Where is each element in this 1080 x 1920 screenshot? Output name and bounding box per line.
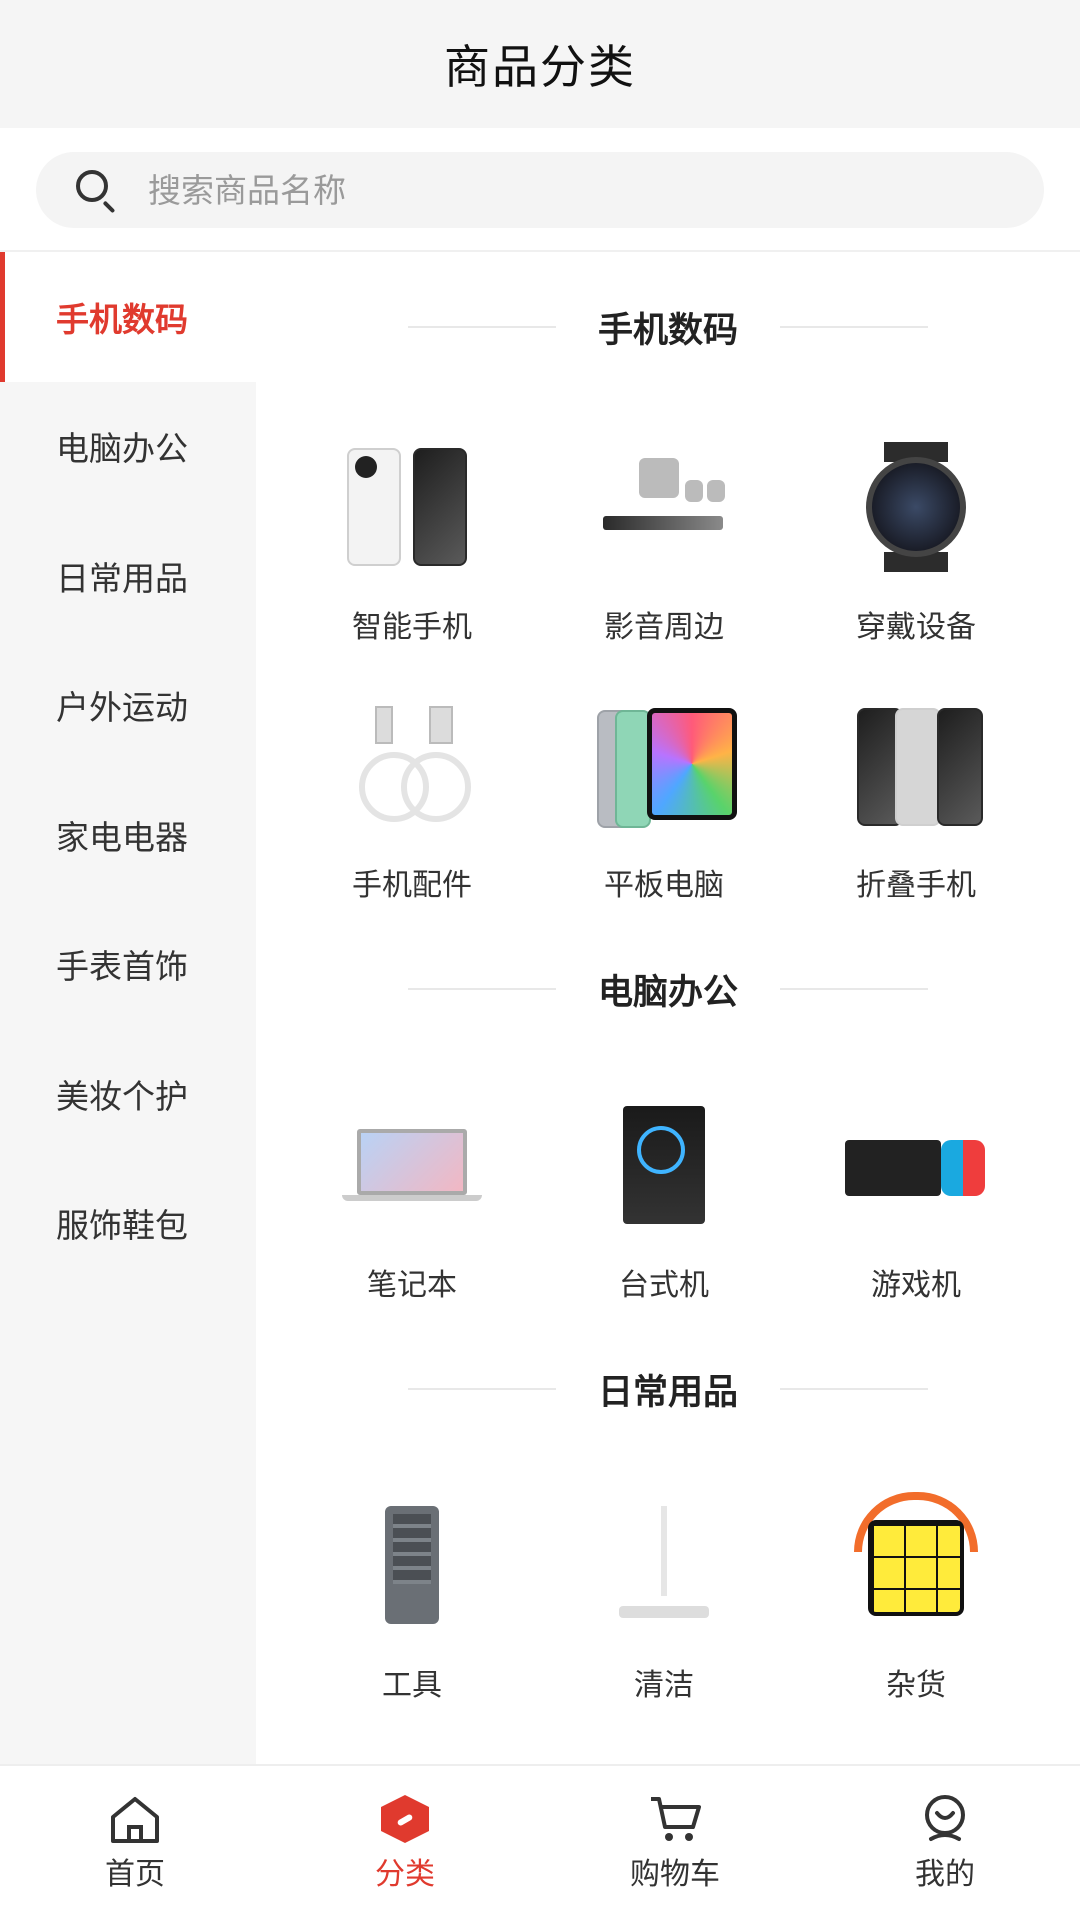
profile-icon: [925, 1795, 965, 1841]
section-title: 日常用品: [597, 1372, 738, 1413]
rubiks-cube-icon: [841, 1492, 991, 1630]
category-icon: [381, 1795, 429, 1843]
speaker-icon: [589, 442, 739, 572]
category-item-label: 折叠手机: [856, 868, 976, 903]
divider: [407, 1388, 556, 1390]
category-item-label: 杂货: [886, 1668, 946, 1703]
tab-profile[interactable]: 我的: [810, 1766, 1080, 1920]
search-input[interactable]: [148, 170, 948, 210]
sidebar-item-label: 美妆个护: [56, 1076, 188, 1116]
category-item-label: 台式机: [619, 1268, 709, 1303]
category-item-desktop[interactable]: 台式机: [538, 1060, 790, 1318]
category-item-label: 工具: [382, 1668, 442, 1703]
category-content: 手机数码 智能手机 影音周边 穿戴设备 手机配件 平板电脑 折叠手机 电脑办公 …: [256, 252, 1080, 1764]
smartwatch-icon: [841, 442, 991, 572]
section-header: 手机数码: [256, 252, 1080, 402]
section-title: 手机数码: [597, 310, 738, 351]
category-item-audio[interactable]: 影音周边: [538, 402, 790, 660]
category-item-tools[interactable]: 工具: [286, 1460, 538, 1718]
category-item-label: 智能手机: [352, 610, 472, 645]
tab-label: 首页: [105, 1857, 165, 1892]
sidebar-item-label: 手机数码: [56, 299, 188, 339]
category-item-label: 笔记本: [367, 1268, 457, 1303]
category-sidebar: 手机数码 电脑办公 日常用品 户外运动 家电电器 手表首饰 美妆个护 服饰鞋包: [0, 252, 256, 1764]
header: 商品分类: [0, 0, 1080, 128]
sidebar-item-outdoor[interactable]: 户外运动: [0, 641, 256, 771]
category-item-label: 平板电脑: [604, 868, 724, 903]
category-item-label: 清洁: [634, 1668, 694, 1703]
sidebar-item-computers[interactable]: 电脑办公: [0, 382, 256, 512]
sidebar-item-appliances[interactable]: 家电电器: [0, 770, 256, 900]
tab-label: 购物车: [630, 1857, 720, 1892]
category-item-tablets[interactable]: 平板电脑: [538, 660, 790, 918]
search-icon: [72, 166, 120, 214]
category-item-cleaning[interactable]: 清洁: [538, 1460, 790, 1718]
category-item-label: 手机配件: [352, 868, 472, 903]
section-phones: 手机数码 智能手机 影音周边 穿戴设备 手机配件 平板电脑 折叠手机: [256, 252, 1080, 918]
tab-cart[interactable]: 购物车: [540, 1766, 810, 1920]
category-item-misc[interactable]: 杂货: [790, 1460, 1042, 1718]
tablet-icon: [589, 700, 739, 830]
game-console-icon: [841, 1100, 991, 1230]
home-icon: [111, 1797, 159, 1843]
tab-category[interactable]: 分类: [270, 1766, 540, 1920]
divider: [407, 988, 556, 990]
usb-cable-icon: [337, 700, 487, 830]
tab-label: 分类: [375, 1857, 435, 1892]
category-item-label: 游戏机: [871, 1268, 961, 1303]
divider: [407, 326, 556, 328]
category-item-laptop[interactable]: 笔记本: [286, 1060, 538, 1318]
section-daily: 日常用品 工具 清洁 杂货: [256, 1318, 1080, 1718]
smartphone-icon: [337, 442, 487, 572]
mop-icon: [589, 1500, 739, 1630]
sidebar-item-label: 手表首饰: [56, 947, 188, 987]
sidebar-item-label: 服饰鞋包: [56, 1206, 188, 1246]
category-item-console[interactable]: 游戏机: [790, 1060, 1042, 1318]
toolkit-icon: [337, 1500, 487, 1630]
sidebar-item-phones[interactable]: 手机数码: [0, 252, 256, 382]
tab-label: 我的: [915, 1857, 975, 1892]
sidebar-item-daily[interactable]: 日常用品: [0, 511, 256, 641]
sidebar-item-label: 日常用品: [56, 558, 188, 598]
laptop-icon: [337, 1100, 487, 1230]
cart-icon: [651, 1797, 701, 1841]
search-bar: [0, 128, 1080, 252]
bottom-tab-bar: 首页 分类 购物车 我的: [0, 1764, 1080, 1920]
section-computers: 电脑办公 笔记本 台式机 游戏机: [256, 918, 1080, 1318]
foldable-phone-icon: [841, 700, 991, 830]
section-header: 电脑办公: [256, 918, 1080, 1060]
page-title: 商品分类: [444, 40, 636, 94]
search-box[interactable]: [36, 152, 1044, 228]
section-header: 日常用品: [256, 1318, 1080, 1460]
desktop-icon: [589, 1100, 739, 1230]
category-item-wearables[interactable]: 穿戴设备: [790, 402, 1042, 660]
category-item-foldables[interactable]: 折叠手机: [790, 660, 1042, 918]
sidebar-item-beauty[interactable]: 美妆个护: [0, 1029, 256, 1159]
sidebar-item-label: 户外运动: [56, 688, 188, 728]
section-title: 电脑办公: [597, 972, 738, 1013]
tab-home[interactable]: 首页: [0, 1766, 270, 1920]
category-item-smartphone[interactable]: 智能手机: [286, 402, 538, 660]
category-item-accessories[interactable]: 手机配件: [286, 660, 538, 918]
sidebar-item-label: 家电电器: [56, 817, 188, 857]
category-item-label: 穿戴设备: [856, 610, 976, 645]
divider: [780, 1388, 928, 1390]
sidebar-item-label: 电脑办公: [56, 429, 188, 469]
category-item-label: 影音周边: [604, 610, 724, 645]
sidebar-item-apparel[interactable]: 服饰鞋包: [0, 1159, 256, 1289]
divider: [780, 988, 928, 990]
sidebar-item-watches[interactable]: 手表首饰: [0, 900, 256, 1030]
divider: [780, 326, 928, 328]
